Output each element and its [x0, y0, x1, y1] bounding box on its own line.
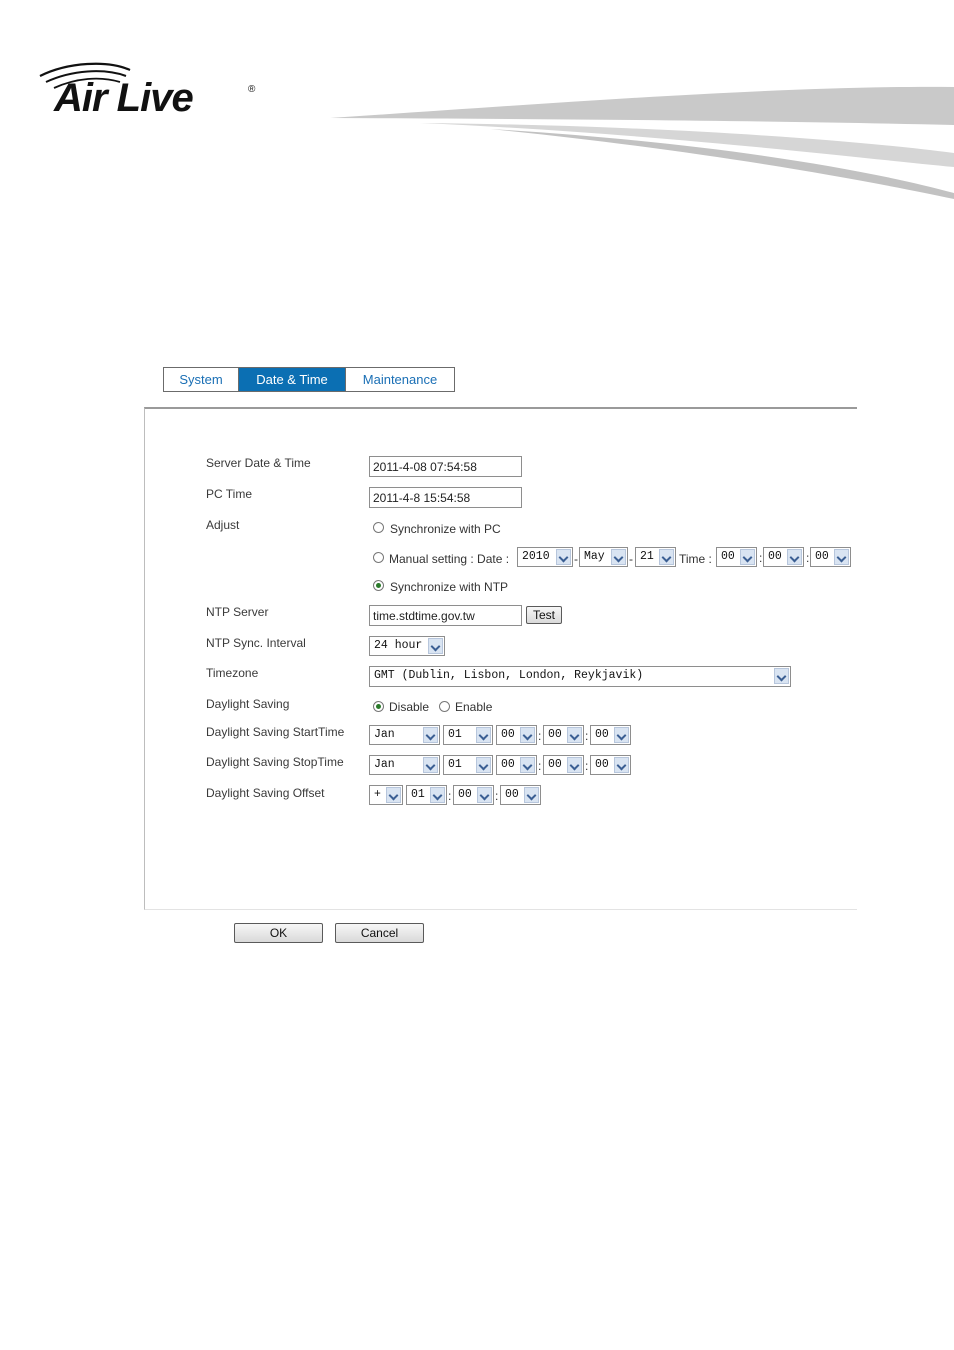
dst-disable-radio[interactable] — [373, 701, 384, 712]
dst-start-second-select[interactable]: 00 — [590, 725, 631, 745]
dst-offset-minute-select[interactable]: 00 — [453, 785, 494, 805]
dst-start-day-select[interactable]: 01 — [443, 725, 493, 745]
dst-offset-second-select[interactable]: 00 — [500, 785, 541, 805]
tab-date-time[interactable]: Date & Time — [238, 368, 345, 391]
pc-time-field[interactable] — [369, 487, 522, 508]
manual-setting-label: Manual setting : Date : — [389, 552, 510, 566]
chevron-down-icon — [476, 757, 491, 773]
server-datetime-label: Server Date & Time — [206, 456, 311, 470]
sync-pc-radio[interactable] — [373, 522, 384, 533]
manual-hour-select[interactable]: 00 — [716, 547, 757, 567]
timezone-select[interactable]: GMT (Dublin, Lisbon, London, Reykjavik) — [369, 666, 791, 687]
airlive-logo: Air Live ® — [38, 62, 268, 132]
dst-start-hour-select[interactable]: 00 — [496, 725, 537, 745]
time-separator: : — [806, 551, 810, 565]
chevron-down-icon — [428, 638, 443, 654]
manual-minute-select[interactable]: 00 — [763, 547, 804, 567]
chevron-down-icon — [423, 727, 438, 743]
dst-stop-label: Daylight Saving StopTime — [206, 755, 344, 769]
registered-mark: ® — [248, 84, 256, 95]
time-separator: : — [585, 759, 589, 773]
manual-second-select[interactable]: 00 — [810, 547, 851, 567]
dst-stop-day-select[interactable]: 01 — [443, 755, 493, 775]
chevron-down-icon — [524, 787, 539, 803]
sync-ntp-radio[interactable] — [373, 580, 384, 591]
date-separator: - — [574, 552, 578, 566]
date-separator: - — [629, 552, 633, 566]
manual-month-select[interactable]: May — [579, 547, 628, 567]
server-datetime-field[interactable] — [369, 456, 522, 477]
dst-enable-radio[interactable] — [439, 701, 450, 712]
ntp-interval-select[interactable]: 24 hour — [369, 636, 445, 656]
chevron-down-icon — [614, 727, 629, 743]
chevron-down-icon — [834, 549, 849, 565]
dst-start-minute-select[interactable]: 00 — [543, 725, 584, 745]
chevron-down-icon — [520, 757, 535, 773]
chevron-down-icon — [556, 549, 571, 565]
dst-enable-label: Enable — [455, 700, 493, 714]
dst-disable-label: Disable — [389, 700, 430, 714]
ntp-server-label: NTP Server — [206, 605, 269, 619]
chevron-down-icon — [787, 549, 802, 565]
dst-start-month-select[interactable]: Jan — [369, 725, 440, 745]
manual-year-select[interactable]: 2010 — [517, 547, 573, 567]
manual-day-select[interactable]: 21 — [635, 547, 676, 567]
dst-stop-hour-select[interactable]: 00 — [496, 755, 537, 775]
chevron-down-icon — [567, 727, 582, 743]
header-decoration — [330, 86, 954, 199]
settings-tabs: System Date & Time Maintenance — [163, 367, 455, 392]
time-separator: : — [495, 789, 499, 803]
chevron-down-icon — [659, 549, 674, 565]
chevron-down-icon — [386, 787, 401, 803]
chevron-down-icon — [567, 757, 582, 773]
time-separator: : — [538, 729, 542, 743]
time-separator: : — [759, 551, 763, 565]
ntp-interval-label: NTP Sync. Interval — [206, 636, 306, 650]
time-separator: : — [448, 789, 452, 803]
logo-text: Air Live — [54, 76, 194, 120]
manual-setting-radio[interactable] — [373, 552, 384, 563]
chevron-down-icon — [611, 549, 626, 565]
time-separator: : — [538, 759, 542, 773]
tab-maintenance[interactable]: Maintenance — [345, 368, 454, 391]
dst-offset-hour-select[interactable]: 01 — [406, 785, 447, 805]
dst-stop-second-select[interactable]: 00 — [590, 755, 631, 775]
dst-offset-sign-select[interactable]: + — [369, 785, 403, 805]
dst-offset-label: Daylight Saving Offset — [206, 786, 325, 800]
pc-time-label: PC Time — [206, 487, 253, 501]
sync-ntp-label: Synchronize with NTP — [390, 580, 509, 594]
date-time-panel — [144, 407, 857, 910]
chevron-down-icon — [430, 787, 445, 803]
chevron-down-icon — [423, 757, 438, 773]
daylight-saving-label: Daylight Saving — [206, 697, 290, 711]
chevron-down-icon — [774, 668, 789, 684]
cancel-button[interactable]: Cancel — [335, 923, 424, 943]
sync-pc-label: Synchronize with PC — [390, 522, 501, 536]
chevron-down-icon — [477, 787, 492, 803]
dst-stop-month-select[interactable]: Jan — [369, 755, 440, 775]
chevron-down-icon — [476, 727, 491, 743]
ntp-test-button[interactable]: Test — [526, 606, 562, 624]
chevron-down-icon — [614, 757, 629, 773]
chevron-down-icon — [520, 727, 535, 743]
time-label: Time : — [679, 552, 712, 566]
chevron-down-icon — [740, 549, 755, 565]
tab-system[interactable]: System — [164, 368, 238, 391]
time-separator: : — [585, 729, 589, 743]
adjust-label: Adjust — [206, 518, 240, 532]
dst-start-label: Daylight Saving StartTime — [206, 725, 345, 739]
timezone-label: Timezone — [206, 666, 259, 680]
dst-stop-minute-select[interactable]: 00 — [543, 755, 584, 775]
ntp-server-field[interactable] — [369, 605, 522, 626]
ok-button[interactable]: OK — [234, 923, 323, 943]
